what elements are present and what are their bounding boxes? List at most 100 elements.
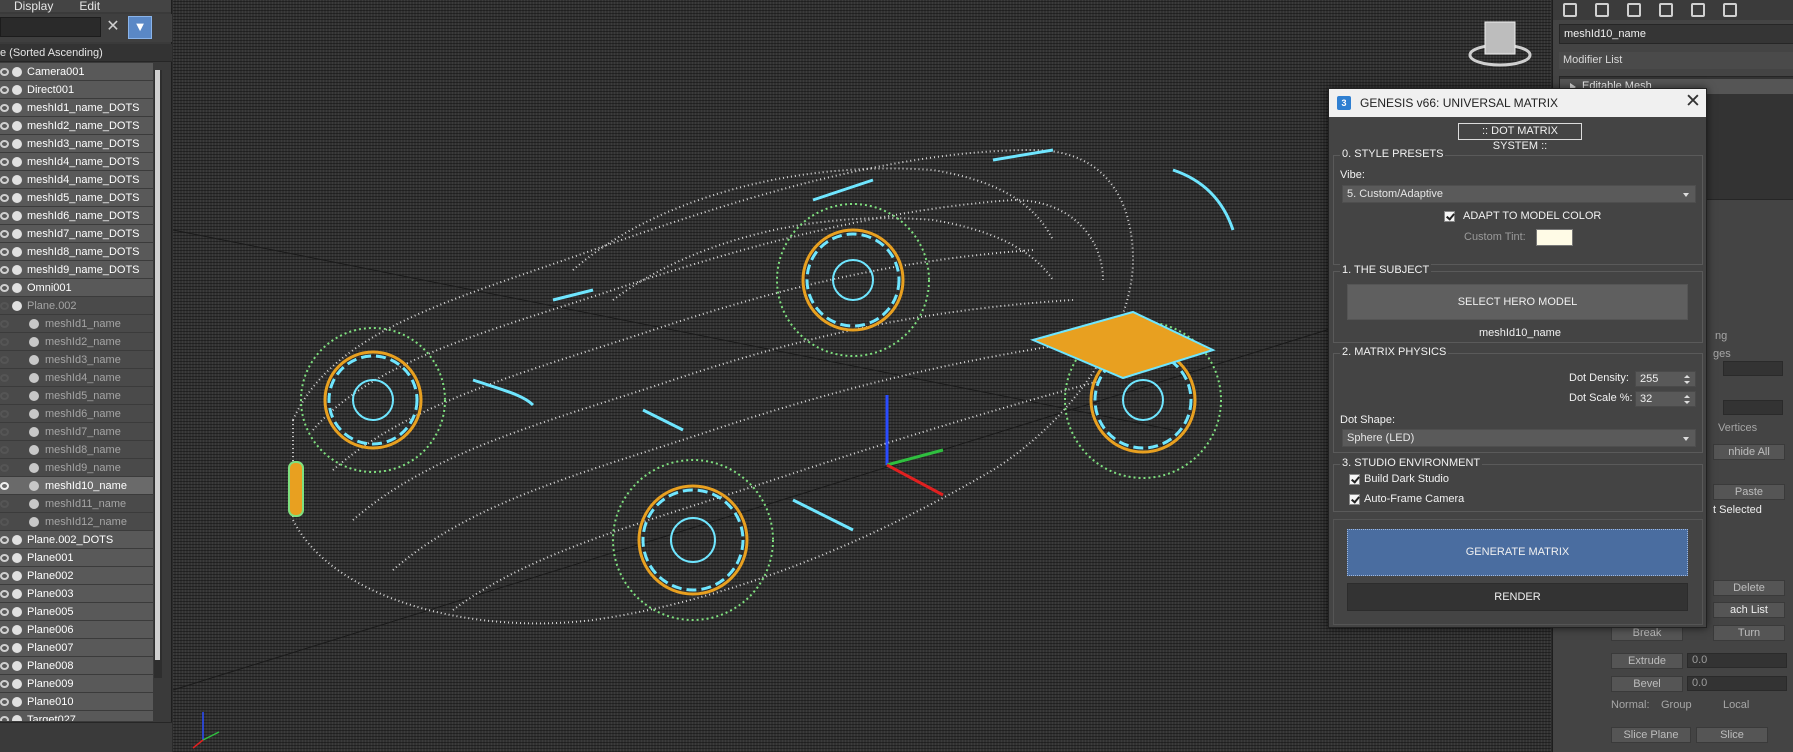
list-item[interactable]: meshId8_name (0, 441, 153, 459)
list-item[interactable]: meshId5_name (0, 387, 153, 405)
visibility-eye-icon[interactable] (0, 284, 9, 292)
visibility-eye-icon[interactable] (0, 122, 9, 130)
custom-tint-swatch[interactable] (1536, 229, 1573, 246)
scrollbar-thumb[interactable] (155, 70, 160, 660)
vibe-dropdown[interactable]: 5. Custom/Adaptive (1342, 185, 1696, 203)
spinner[interactable] (1723, 361, 1783, 376)
visibility-eye-icon[interactable] (0, 68, 9, 76)
visibility-eye-icon[interactable] (0, 140, 9, 148)
list-item[interactable]: meshId3_name (0, 351, 153, 369)
extrude-button[interactable]: Extrude (1611, 653, 1683, 669)
list-item[interactable]: meshId12_name (0, 513, 153, 531)
visibility-eye-icon[interactable] (0, 266, 9, 274)
adapt-color-checkbox[interactable] (1444, 211, 1455, 222)
list-item[interactable]: meshId6_name_DOTS (0, 207, 153, 225)
modifier-list-dropdown[interactable]: Modifier List (1559, 52, 1793, 69)
list-item[interactable]: meshId8_name_DOTS (0, 243, 153, 261)
visibility-eye-icon[interactable] (0, 680, 9, 688)
visibility-eye-icon[interactable] (0, 176, 9, 184)
visibility-eye-icon[interactable] (0, 212, 9, 220)
visibility-eye-icon[interactable] (0, 590, 9, 598)
list-item[interactable]: Plane005 (0, 603, 153, 621)
list-item[interactable]: meshId9_name (0, 459, 153, 477)
filter-icon[interactable]: ▼ (128, 16, 152, 39)
auto-frame-camera-checkbox[interactable] (1349, 494, 1360, 505)
dot-density-spinner[interactable]: 255 (1635, 371, 1696, 387)
explorer-scrollbar[interactable] (154, 70, 162, 678)
list-item[interactable]: meshId1_name_DOTS (0, 99, 153, 117)
list-item[interactable]: Plane009 (0, 675, 153, 693)
list-item[interactable]: Plane003 (0, 585, 153, 603)
slice-plane-button[interactable]: Slice Plane (1611, 727, 1691, 743)
visibility-eye-icon[interactable] (0, 428, 9, 436)
list-item[interactable]: Plane010 (0, 693, 153, 711)
visibility-eye-icon[interactable] (0, 410, 9, 418)
visibility-eye-icon[interactable] (0, 536, 9, 544)
visibility-eye-icon[interactable] (0, 194, 9, 202)
paste-button[interactable]: Paste (1713, 484, 1785, 500)
list-item[interactable]: Target027 (0, 711, 153, 721)
visibility-eye-icon[interactable] (0, 392, 9, 400)
visibility-eye-icon[interactable] (0, 482, 9, 490)
utilities-tab-icon[interactable] (1723, 3, 1737, 17)
modify-tab-icon[interactable] (1595, 3, 1609, 17)
list-item[interactable]: Plane007 (0, 639, 153, 657)
visibility-eye-icon[interactable] (0, 572, 9, 580)
visibility-eye-icon[interactable] (0, 338, 9, 346)
list-item[interactable]: meshId3_name_DOTS (0, 135, 153, 153)
attach-list-button[interactable]: ach List (1713, 602, 1785, 618)
explorer-column-header[interactable]: e (Sorted Ascending) (0, 44, 172, 62)
delete-button[interactable]: Delete (1713, 580, 1785, 596)
build-dark-studio-checkbox[interactable] (1349, 474, 1360, 485)
visibility-eye-icon[interactable] (0, 608, 9, 616)
hierarchy-tab-icon[interactable] (1627, 3, 1641, 17)
list-item[interactable]: meshId4_name_DOTS (0, 153, 153, 171)
list-item[interactable]: Plane.002_DOTS (0, 531, 153, 549)
visibility-eye-icon[interactable] (0, 230, 9, 238)
visibility-eye-icon[interactable] (0, 374, 9, 382)
visibility-eye-icon[interactable] (0, 554, 9, 562)
slice-button[interactable]: Slice (1696, 727, 1768, 743)
visibility-eye-icon[interactable] (0, 446, 9, 454)
list-item[interactable]: meshId7_name (0, 423, 153, 441)
extrude-spinner[interactable]: 0.0 (1687, 653, 1787, 668)
dot-shape-dropdown[interactable]: Sphere (LED) (1342, 429, 1696, 447)
local-radio[interactable]: Local (1723, 699, 1749, 711)
visibility-eye-icon[interactable] (0, 248, 9, 256)
clear-search-icon[interactable]: ✕ (104, 19, 122, 37)
menu-display[interactable]: Display (14, 0, 53, 12)
list-item[interactable]: meshId4_name (0, 369, 153, 387)
visibility-eye-icon[interactable] (0, 302, 9, 310)
bevel-button[interactable]: Bevel (1611, 676, 1683, 692)
list-item[interactable]: meshId11_name (0, 495, 153, 513)
visibility-eye-icon[interactable] (0, 158, 9, 166)
visibility-eye-icon[interactable] (0, 518, 9, 526)
list-item[interactable]: meshId4_name_DOTS (0, 171, 153, 189)
list-item[interactable]: Plane008 (0, 657, 153, 675)
select-hero-model-button[interactable]: SELECT HERO MODEL (1347, 284, 1688, 320)
motion-tab-icon[interactable] (1659, 3, 1673, 17)
visibility-eye-icon[interactable] (0, 104, 9, 112)
spinner[interactable] (1723, 400, 1783, 415)
visibility-eye-icon[interactable] (0, 320, 9, 328)
list-item[interactable]: Plane001 (0, 549, 153, 567)
list-item[interactable]: Omni001 (0, 279, 153, 297)
visibility-eye-icon[interactable] (0, 644, 9, 652)
close-icon[interactable]: ✕ (1683, 91, 1703, 113)
list-item[interactable]: meshId2_name_DOTS (0, 117, 153, 135)
group-radio[interactable]: Group (1661, 699, 1692, 711)
visibility-eye-icon[interactable] (0, 716, 9, 721)
dialog-title-bar[interactable]: 3 GENESIS v66: UNIVERSAL MATRIX ✕ (1329, 89, 1706, 117)
list-item[interactable]: meshId7_name_DOTS (0, 225, 153, 243)
list-item[interactable]: Plane006 (0, 621, 153, 639)
visibility-eye-icon[interactable] (0, 662, 9, 670)
visibility-eye-icon[interactable] (0, 626, 9, 634)
render-button[interactable]: RENDER (1347, 583, 1688, 611)
visibility-eye-icon[interactable] (0, 86, 9, 94)
list-item[interactable]: Direct001 (0, 81, 153, 99)
object-name-field[interactable]: meshId10_name (1559, 24, 1793, 44)
list-item[interactable]: meshId9_name_DOTS (0, 261, 153, 279)
list-item[interactable]: meshId10_name (0, 477, 153, 495)
bevel-spinner[interactable]: 0.0 (1687, 676, 1787, 691)
explorer-search-input[interactable] (0, 17, 101, 37)
